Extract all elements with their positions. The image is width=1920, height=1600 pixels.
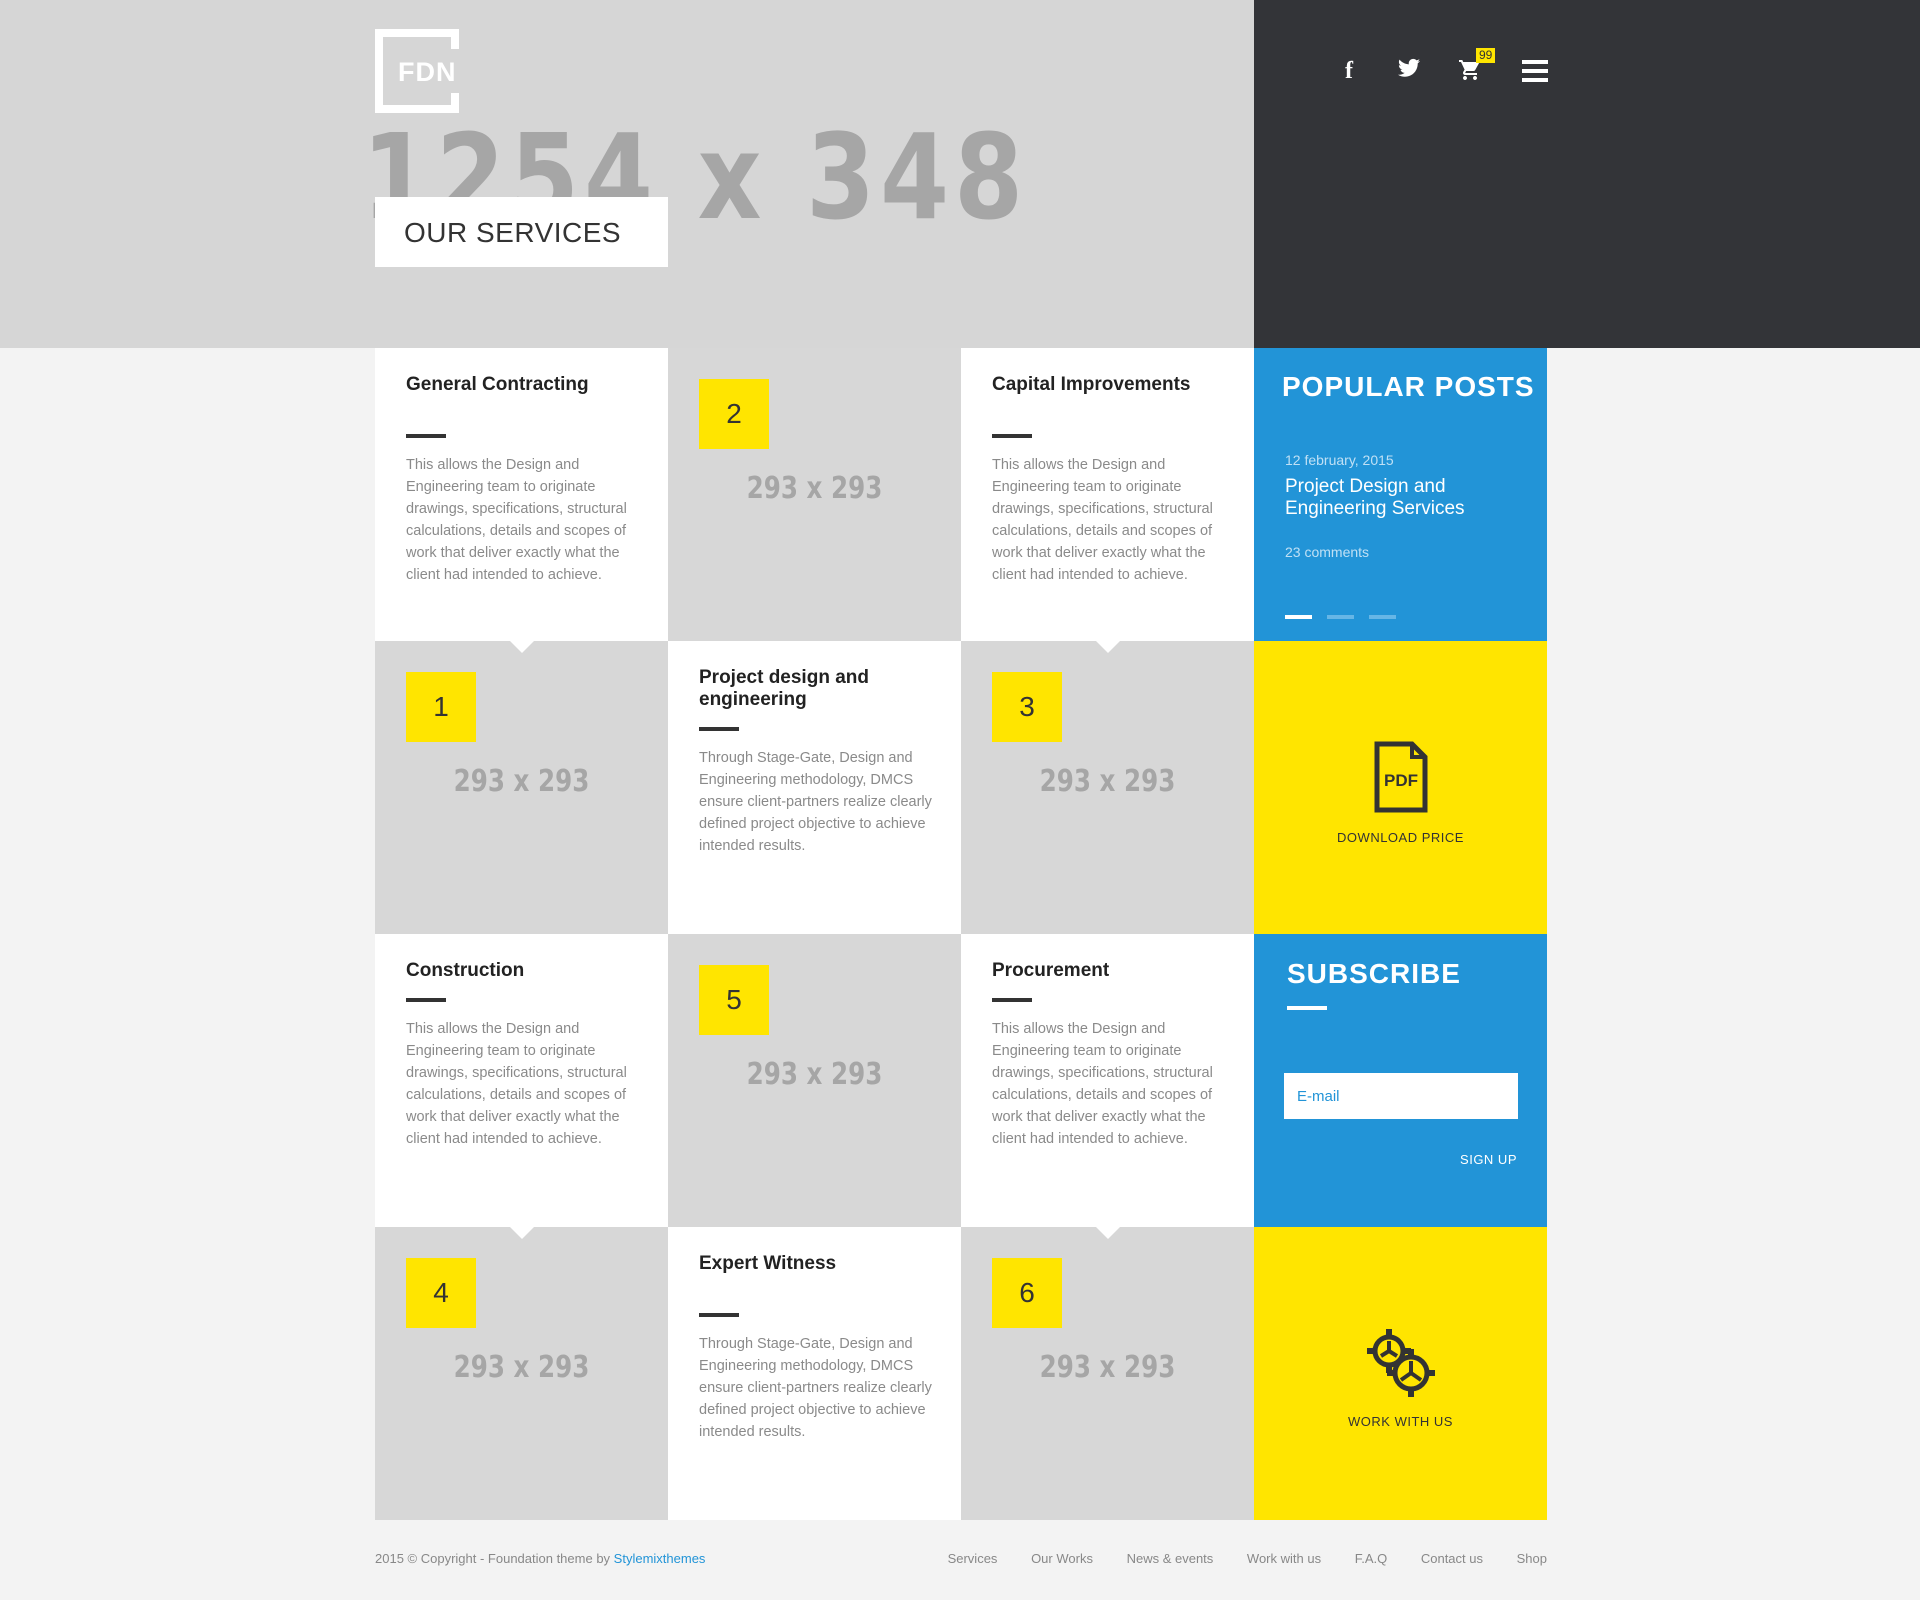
pdf-file-icon: PDF: [1254, 741, 1547, 818]
pdf-icon-text: PDF: [1384, 771, 1418, 790]
service-description: Through Stage-Gate, Design and Engineeri…: [699, 1336, 932, 1440]
title-underline: [992, 434, 1032, 438]
logo-text: FDN: [398, 57, 457, 87]
slider-dot-2[interactable]: [1327, 615, 1354, 619]
hamburger-menu-icon[interactable]: [1522, 60, 1548, 86]
image-placeholder-dimensions: 293 x 293: [453, 764, 590, 799]
service-card-expert-witness[interactable]: Expert Witness Through Stage-Gate, Desig…: [668, 1227, 961, 1520]
popular-posts-widget: POPULAR POSTS 12 february, 2015 Project …: [1254, 348, 1547, 641]
service-description: This allows the Design and Engineering t…: [992, 457, 1213, 583]
service-card-procurement[interactable]: Procurement This allows the Design and E…: [961, 934, 1254, 1239]
service-image-1[interactable]: 1 293 x 293: [375, 641, 668, 934]
email-input[interactable]: [1284, 1073, 1518, 1119]
author-link[interactable]: Stylemixthemes: [614, 1551, 706, 1566]
service-card-general-contracting[interactable]: General Contracting This allows the Desi…: [375, 348, 668, 653]
sign-up-button[interactable]: SIGN UP: [1460, 1152, 1517, 1167]
image-placeholder-dimensions: 293 x 293: [746, 1057, 883, 1092]
service-title: Expert Witness: [699, 1253, 837, 1274]
service-card-project-design[interactable]: Project design and engineering Through S…: [668, 641, 961, 934]
service-description: Through Stage-Gate, Design and Engineeri…: [699, 750, 932, 854]
service-title: Construction: [406, 960, 525, 981]
image-placeholder-dimensions: 293 x 293: [1039, 1350, 1176, 1385]
service-title: Procurement: [992, 960, 1110, 981]
gears-icon: [1254, 1325, 1547, 1406]
footer-link-news-events[interactable]: News & events: [1127, 1551, 1214, 1566]
post-comments-count: 23 comments: [1285, 544, 1370, 560]
service-description: This allows the Design and Engineering t…: [406, 1021, 627, 1147]
image-placeholder-dimensions: 293 x 293: [1039, 764, 1176, 799]
download-price-tile[interactable]: PDF DOWNLOAD PRICE: [1254, 641, 1547, 934]
subscribe-underline: [1287, 1006, 1327, 1010]
post-title-link[interactable]: Project Design and Engineering Services: [1285, 476, 1515, 520]
service-card-capital-improvements[interactable]: Capital Improvements This allows the Des…: [961, 348, 1254, 653]
service-number-badge: 2: [699, 379, 769, 449]
service-image-6[interactable]: 6 293 x 293: [961, 1227, 1254, 1520]
footer-link-our-works[interactable]: Our Works: [1031, 1551, 1093, 1566]
title-underline: [992, 998, 1032, 1002]
download-price-label[interactable]: DOWNLOAD PRICE: [1254, 830, 1547, 845]
service-number-badge: 4: [406, 1258, 476, 1328]
footer-link-faq[interactable]: F.A.Q: [1355, 1551, 1388, 1566]
service-title: Project design and engineering: [699, 667, 869, 710]
service-card-construction[interactable]: Construction This allows the Design and …: [375, 934, 668, 1239]
service-description: This allows the Design and Engineering t…: [992, 1021, 1213, 1147]
service-image-4[interactable]: 4 293 x 293: [375, 1227, 668, 1520]
services-grid: General Contracting This allows the Desi…: [375, 348, 1547, 1520]
service-image-2[interactable]: 2 293 x 293: [668, 348, 961, 641]
twitter-icon[interactable]: [1398, 58, 1424, 84]
footer-link-shop[interactable]: Shop: [1517, 1551, 1547, 1566]
service-number-badge: 5: [699, 965, 769, 1035]
cart-count-badge: 99: [1476, 48, 1496, 63]
service-number-badge: 1: [406, 672, 476, 742]
copyright: 2015 © Copyright - Foundation theme by S…: [375, 1551, 705, 1566]
service-description: This allows the Design and Engineering t…: [406, 457, 627, 583]
title-underline: [699, 727, 739, 731]
subscribe-title: SUBSCRIBE: [1287, 958, 1461, 989]
slider-dot-3[interactable]: [1369, 615, 1396, 619]
copyright-text: 2015 © Copyright - Foundation theme by: [375, 1551, 614, 1566]
facebook-icon[interactable]: f: [1345, 58, 1353, 84]
image-placeholder-dimensions: 293 x 293: [746, 471, 883, 506]
page-title: OUR SERVICES: [404, 217, 622, 248]
service-title: General Contracting: [406, 374, 589, 395]
title-underline: [406, 998, 446, 1002]
service-title: Capital Improvements: [992, 374, 1191, 395]
service-image-5[interactable]: 5 293 x 293: [668, 934, 961, 1227]
slider-pagination: [1285, 606, 1411, 624]
work-with-us-tile[interactable]: WORK WITH US: [1254, 1227, 1547, 1520]
footer-nav: Services Our Works News & events Work wi…: [918, 1551, 1547, 1566]
title-underline: [406, 434, 446, 438]
service-number-badge: 6: [992, 1258, 1062, 1328]
header-dark-panel: [1254, 0, 1920, 348]
page-title-box: OUR SERVICES: [375, 197, 668, 267]
post-date: 12 february, 2015: [1285, 452, 1394, 468]
title-underline: [699, 1313, 739, 1317]
image-placeholder-dimensions: 293 x 293: [453, 1350, 590, 1385]
footer-link-contact-us[interactable]: Contact us: [1421, 1551, 1483, 1566]
hero-banner: 1254 x 348: [0, 0, 1254, 348]
service-image-3[interactable]: 3 293 x 293: [961, 641, 1254, 934]
logo[interactable]: FDN: [375, 29, 459, 113]
popular-posts-title: POPULAR POSTS: [1282, 371, 1535, 402]
slider-dot-1[interactable]: [1285, 615, 1312, 619]
work-with-us-label[interactable]: WORK WITH US: [1254, 1414, 1547, 1429]
footer-link-services[interactable]: Services: [948, 1551, 998, 1566]
footer-link-work-with-us[interactable]: Work with us: [1247, 1551, 1321, 1566]
service-number-badge: 3: [992, 672, 1062, 742]
subscribe-widget: SUBSCRIBE SIGN UP: [1254, 934, 1547, 1227]
